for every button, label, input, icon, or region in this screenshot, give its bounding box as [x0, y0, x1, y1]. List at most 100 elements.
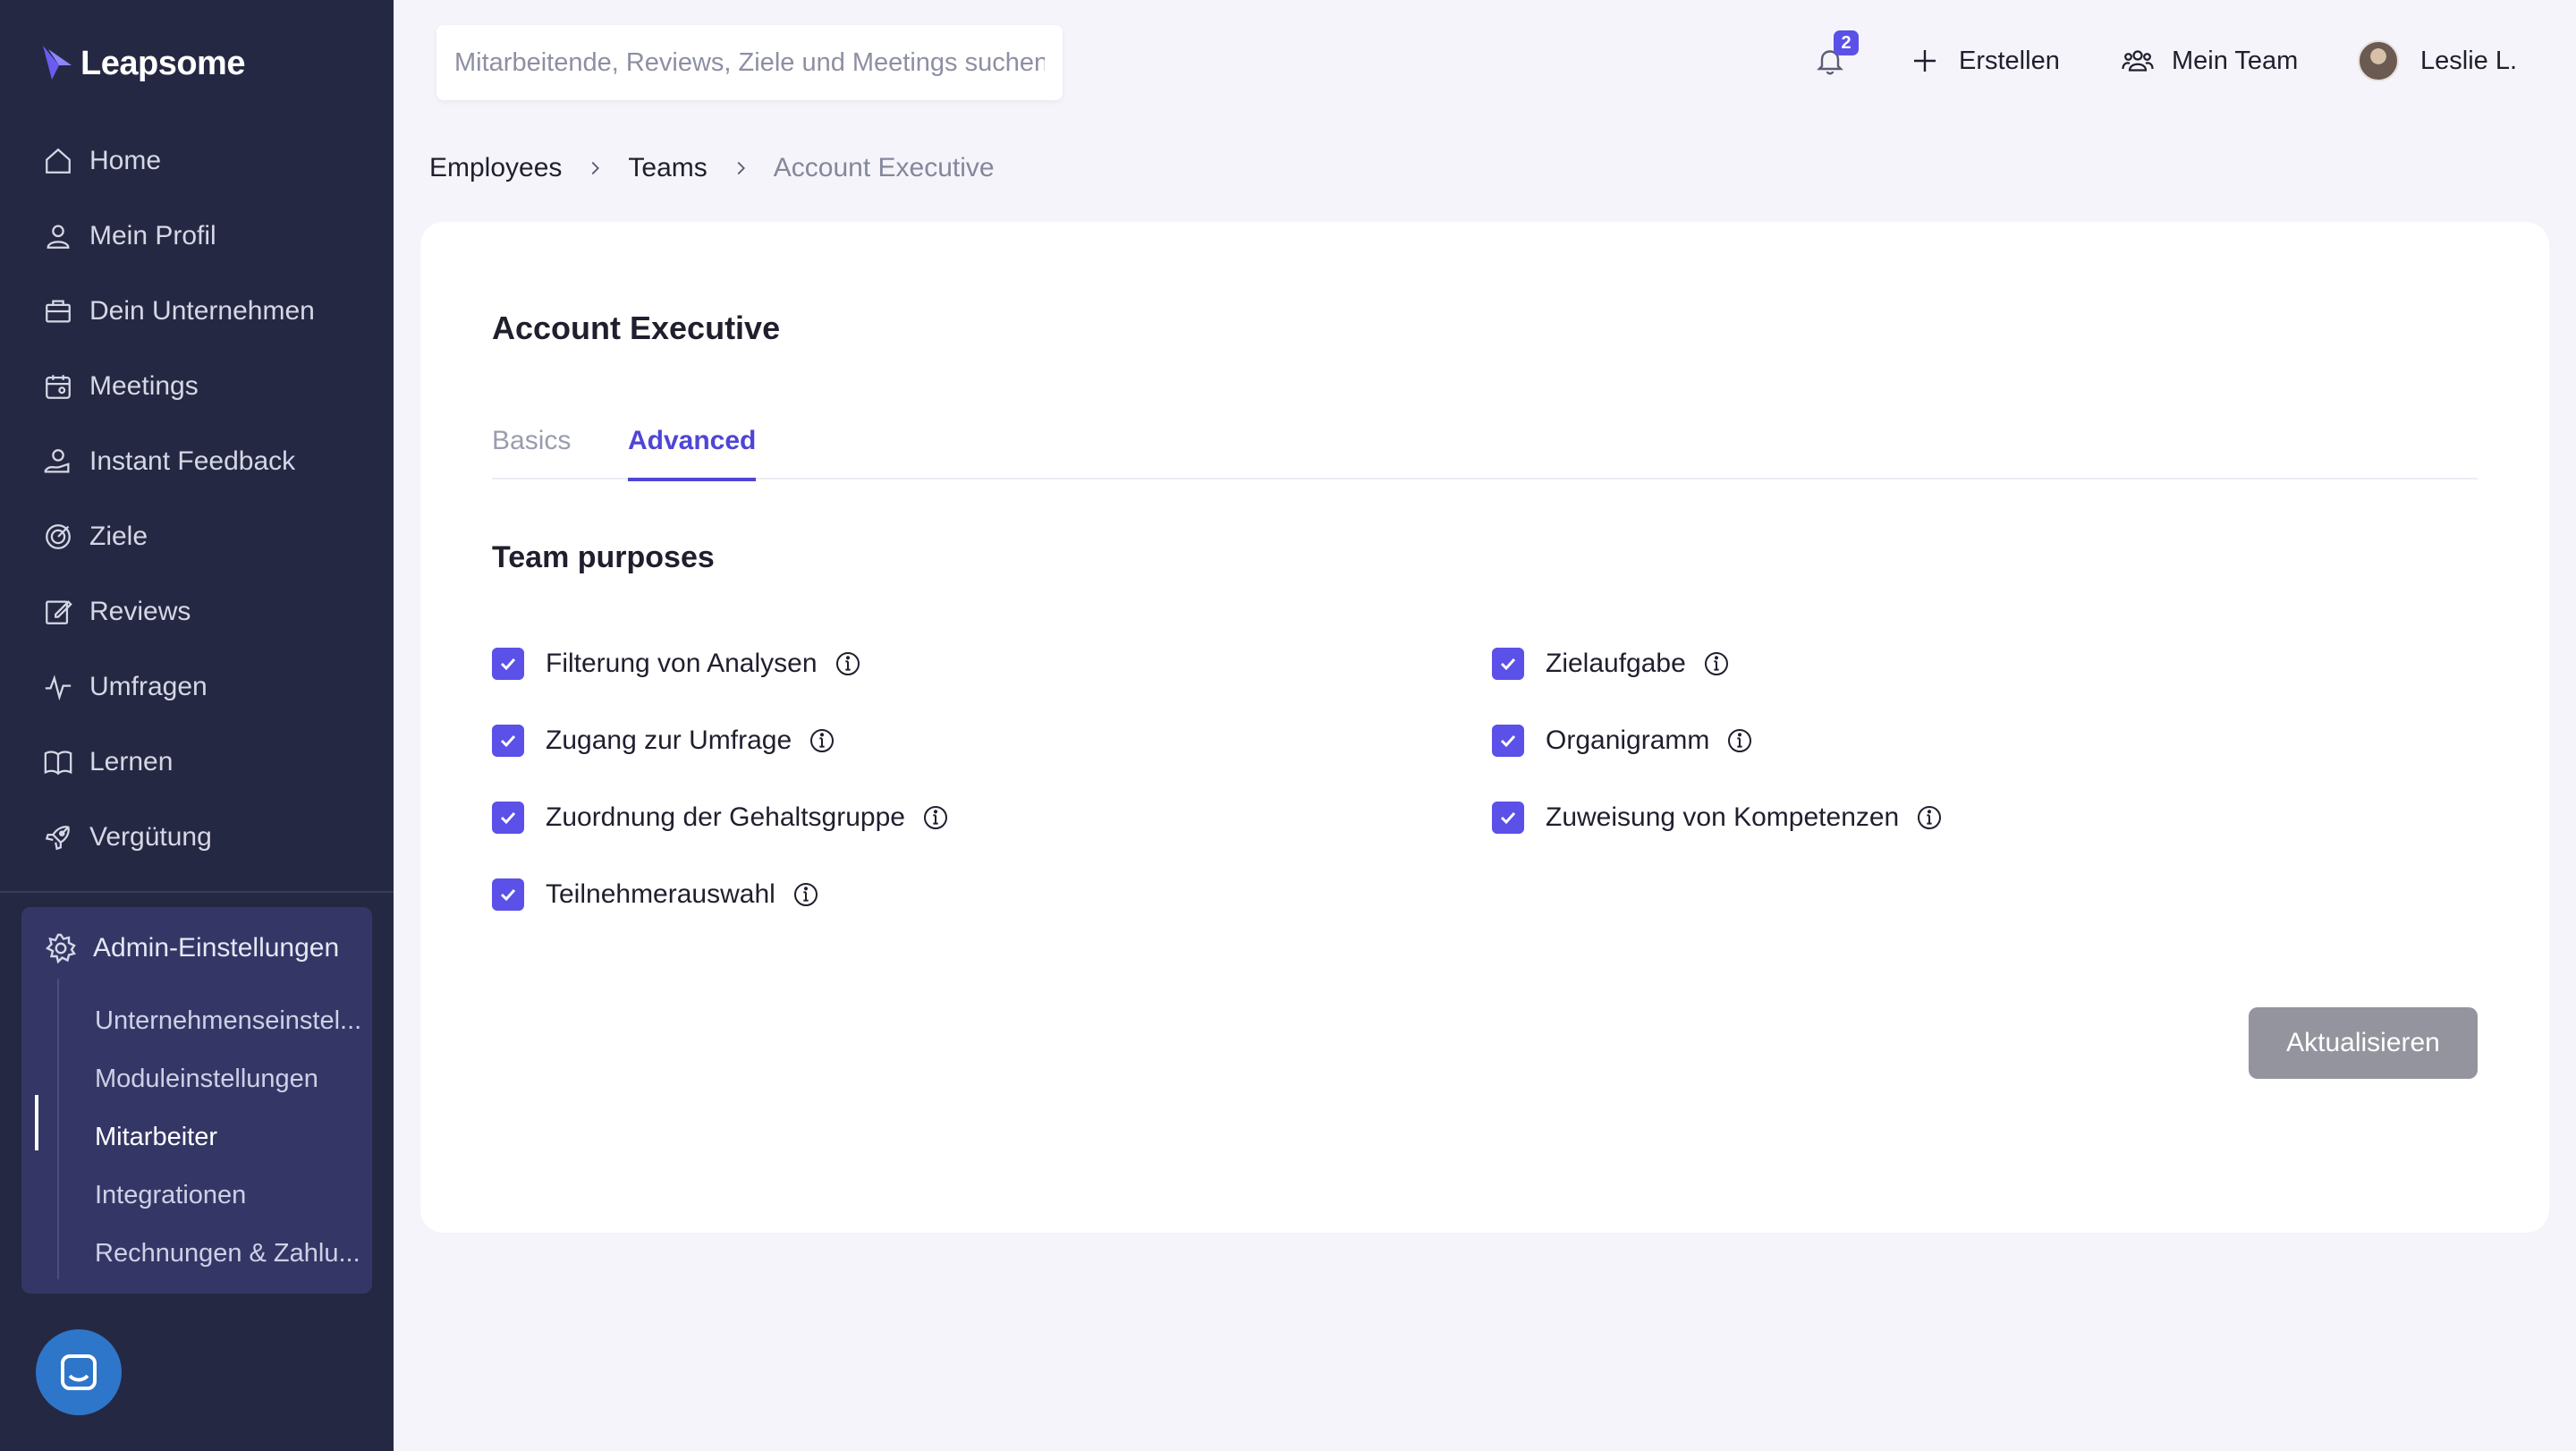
- sidebar-subitem-mitarbeiter[interactable]: Mitarbeiter: [95, 1113, 369, 1161]
- rocket-icon: [45, 826, 70, 851]
- create-button[interactable]: Erstellen: [1909, 39, 2060, 82]
- tab-bar: Basics Advanced: [492, 417, 2478, 481]
- sidebar-item-umfragen[interactable]: Umfragen: [43, 660, 383, 714]
- search-input[interactable]: [454, 47, 1045, 78]
- tab-basics[interactable]: Basics: [492, 417, 571, 479]
- info-icon[interactable]: [792, 880, 820, 909]
- my-team-label: Mein Team: [2172, 46, 2299, 75]
- breadcrumb-employees[interactable]: Employees: [429, 153, 562, 183]
- checkbox-checked[interactable]: [492, 878, 524, 911]
- admin-settings-label: Admin-Einstellungen: [93, 933, 340, 963]
- sidebar-item-mein-profil[interactable]: Mein Profil: [43, 209, 383, 263]
- purpose-option: Teilnehmerauswahl: [492, 873, 820, 916]
- checkmark-icon: [500, 888, 516, 902]
- purpose-label: Organigramm: [1546, 726, 1710, 755]
- sidebar-item-label: Reviews: [89, 597, 191, 626]
- info-icon[interactable]: [808, 726, 836, 755]
- checkbox-checked[interactable]: [1492, 725, 1524, 757]
- checkmark-icon: [1500, 658, 1516, 671]
- sidebar-item-ziele[interactable]: Ziele: [43, 510, 383, 564]
- avatar: [2358, 40, 2399, 81]
- purpose-option: Zuordnung der Gehaltsgruppe: [492, 796, 950, 839]
- home-icon: [46, 148, 71, 174]
- sidebar-subitem-integrationen[interactable]: Integrationen: [95, 1171, 369, 1219]
- briefcase-icon: [46, 300, 71, 323]
- plus-icon: [1914, 50, 1936, 72]
- user-menu[interactable]: Leslie L.: [2358, 39, 2517, 82]
- sidebar-item-reviews[interactable]: Reviews: [43, 585, 383, 639]
- sidebar-item-meetings[interactable]: Meetings: [43, 360, 383, 413]
- sidebar-item-label: Mein Profil: [89, 221, 216, 250]
- sidebar-divider: [0, 891, 394, 893]
- checkbox-checked[interactable]: [1492, 648, 1524, 680]
- logo-text: Leapsome: [80, 44, 245, 82]
- breadcrumb-current: Account Executive: [773, 153, 995, 182]
- purpose-label: Zuordnung der Gehaltsgruppe: [546, 802, 905, 832]
- book-icon: [44, 751, 72, 776]
- sidebar-item-label: Instant Feedback: [89, 446, 296, 476]
- my-team-button[interactable]: Mein Team: [2122, 39, 2298, 82]
- sidebar-item-lernen[interactable]: Lernen: [43, 735, 383, 789]
- checkmark-icon: [1500, 734, 1516, 748]
- sidebar: Leapsome Home Mein Profil Dein Unternehm…: [0, 0, 394, 1451]
- global-search[interactable]: [436, 25, 1063, 100]
- user-icon: [47, 225, 70, 249]
- sidebar-item-label: Vergütung: [89, 822, 212, 852]
- purpose-option: Filterung von Analysen: [492, 642, 862, 685]
- sidebar-subitem-moduleinstellungen[interactable]: Moduleinstellungen: [95, 1055, 369, 1103]
- checkmark-icon: [500, 658, 516, 671]
- checkmark-icon: [500, 811, 516, 825]
- leapsome-logo-icon: [43, 46, 72, 80]
- submenu-rail: [57, 979, 59, 1279]
- create-label: Erstellen: [1959, 46, 2060, 75]
- checkmark-icon: [1500, 811, 1516, 825]
- feedback-icon: [44, 449, 70, 473]
- active-submenu-indicator: [35, 1095, 38, 1150]
- sidebar-subitem-rechnungen[interactable]: Rechnungen & Zahlu...: [95, 1229, 369, 1277]
- sidebar-item-admin-einstellungen[interactable]: Admin-Einstellungen: [45, 923, 339, 973]
- chat-icon: [61, 1354, 97, 1390]
- team-icon: [2122, 50, 2154, 72]
- checkbox-checked[interactable]: [1492, 802, 1524, 834]
- purpose-option: Zuweisung von Kompetenzen: [1492, 796, 1944, 839]
- purpose-label: Zuweisung von Kompetenzen: [1546, 802, 1900, 832]
- tab-advanced[interactable]: Advanced: [628, 417, 757, 481]
- sidebar-item-home[interactable]: Home: [43, 134, 383, 188]
- sidebar-item-label: Dein Unternehmen: [89, 296, 315, 326]
- sidebar-item-dein-unternehmen[interactable]: Dein Unternehmen: [43, 284, 383, 338]
- purpose-option: Zielaufgabe: [1492, 642, 1731, 685]
- info-icon[interactable]: [1915, 803, 1944, 832]
- target-icon: [46, 524, 71, 549]
- breadcrumb: Employees Teams Account Executive: [429, 147, 995, 190]
- sidebar-item-instant-feedback[interactable]: Instant Feedback: [43, 435, 383, 488]
- info-icon[interactable]: [1702, 649, 1731, 678]
- chevron-right-icon: [592, 161, 600, 175]
- breadcrumb-teams[interactable]: Teams: [628, 153, 707, 183]
- sidebar-item-verguetung[interactable]: Vergütung: [43, 810, 383, 864]
- user-name: Leslie L.: [2420, 46, 2518, 75]
- chevron-right-icon: [737, 161, 745, 175]
- page-title: Account Executive: [492, 310, 781, 346]
- purpose-option: Organigramm: [1492, 719, 1754, 762]
- logo[interactable]: Leapsome: [39, 41, 245, 86]
- purpose-label: Teilnehmerauswahl: [546, 879, 775, 909]
- pulse-icon: [45, 675, 72, 701]
- update-button[interactable]: Aktualisieren: [2249, 1007, 2478, 1079]
- checkbox-checked[interactable]: [492, 648, 524, 680]
- info-icon[interactable]: [834, 649, 862, 678]
- info-icon[interactable]: [921, 803, 950, 832]
- notification-count-badge: 2: [1834, 30, 1859, 55]
- team-settings-card: Account Executive Basics Advanced Team p…: [420, 222, 2549, 1233]
- calendar-icon: [46, 375, 71, 399]
- sidebar-item-label: Lernen: [89, 747, 174, 776]
- chat-support-button[interactable]: [36, 1329, 122, 1415]
- info-icon[interactable]: [1725, 726, 1754, 755]
- sidebar-item-label: Ziele: [89, 522, 148, 551]
- edit-icon: [46, 600, 72, 624]
- checkbox-checked[interactable]: [492, 725, 524, 757]
- sidebar-item-label: Umfragen: [89, 672, 208, 701]
- purpose-label: Zielaufgabe: [1546, 649, 1686, 678]
- purpose-label: Zugang zur Umfrage: [546, 726, 792, 755]
- sidebar-subitem-unternehmenseinstellungen[interactable]: Unternehmenseinstel...: [95, 997, 369, 1045]
- checkbox-checked[interactable]: [492, 802, 524, 834]
